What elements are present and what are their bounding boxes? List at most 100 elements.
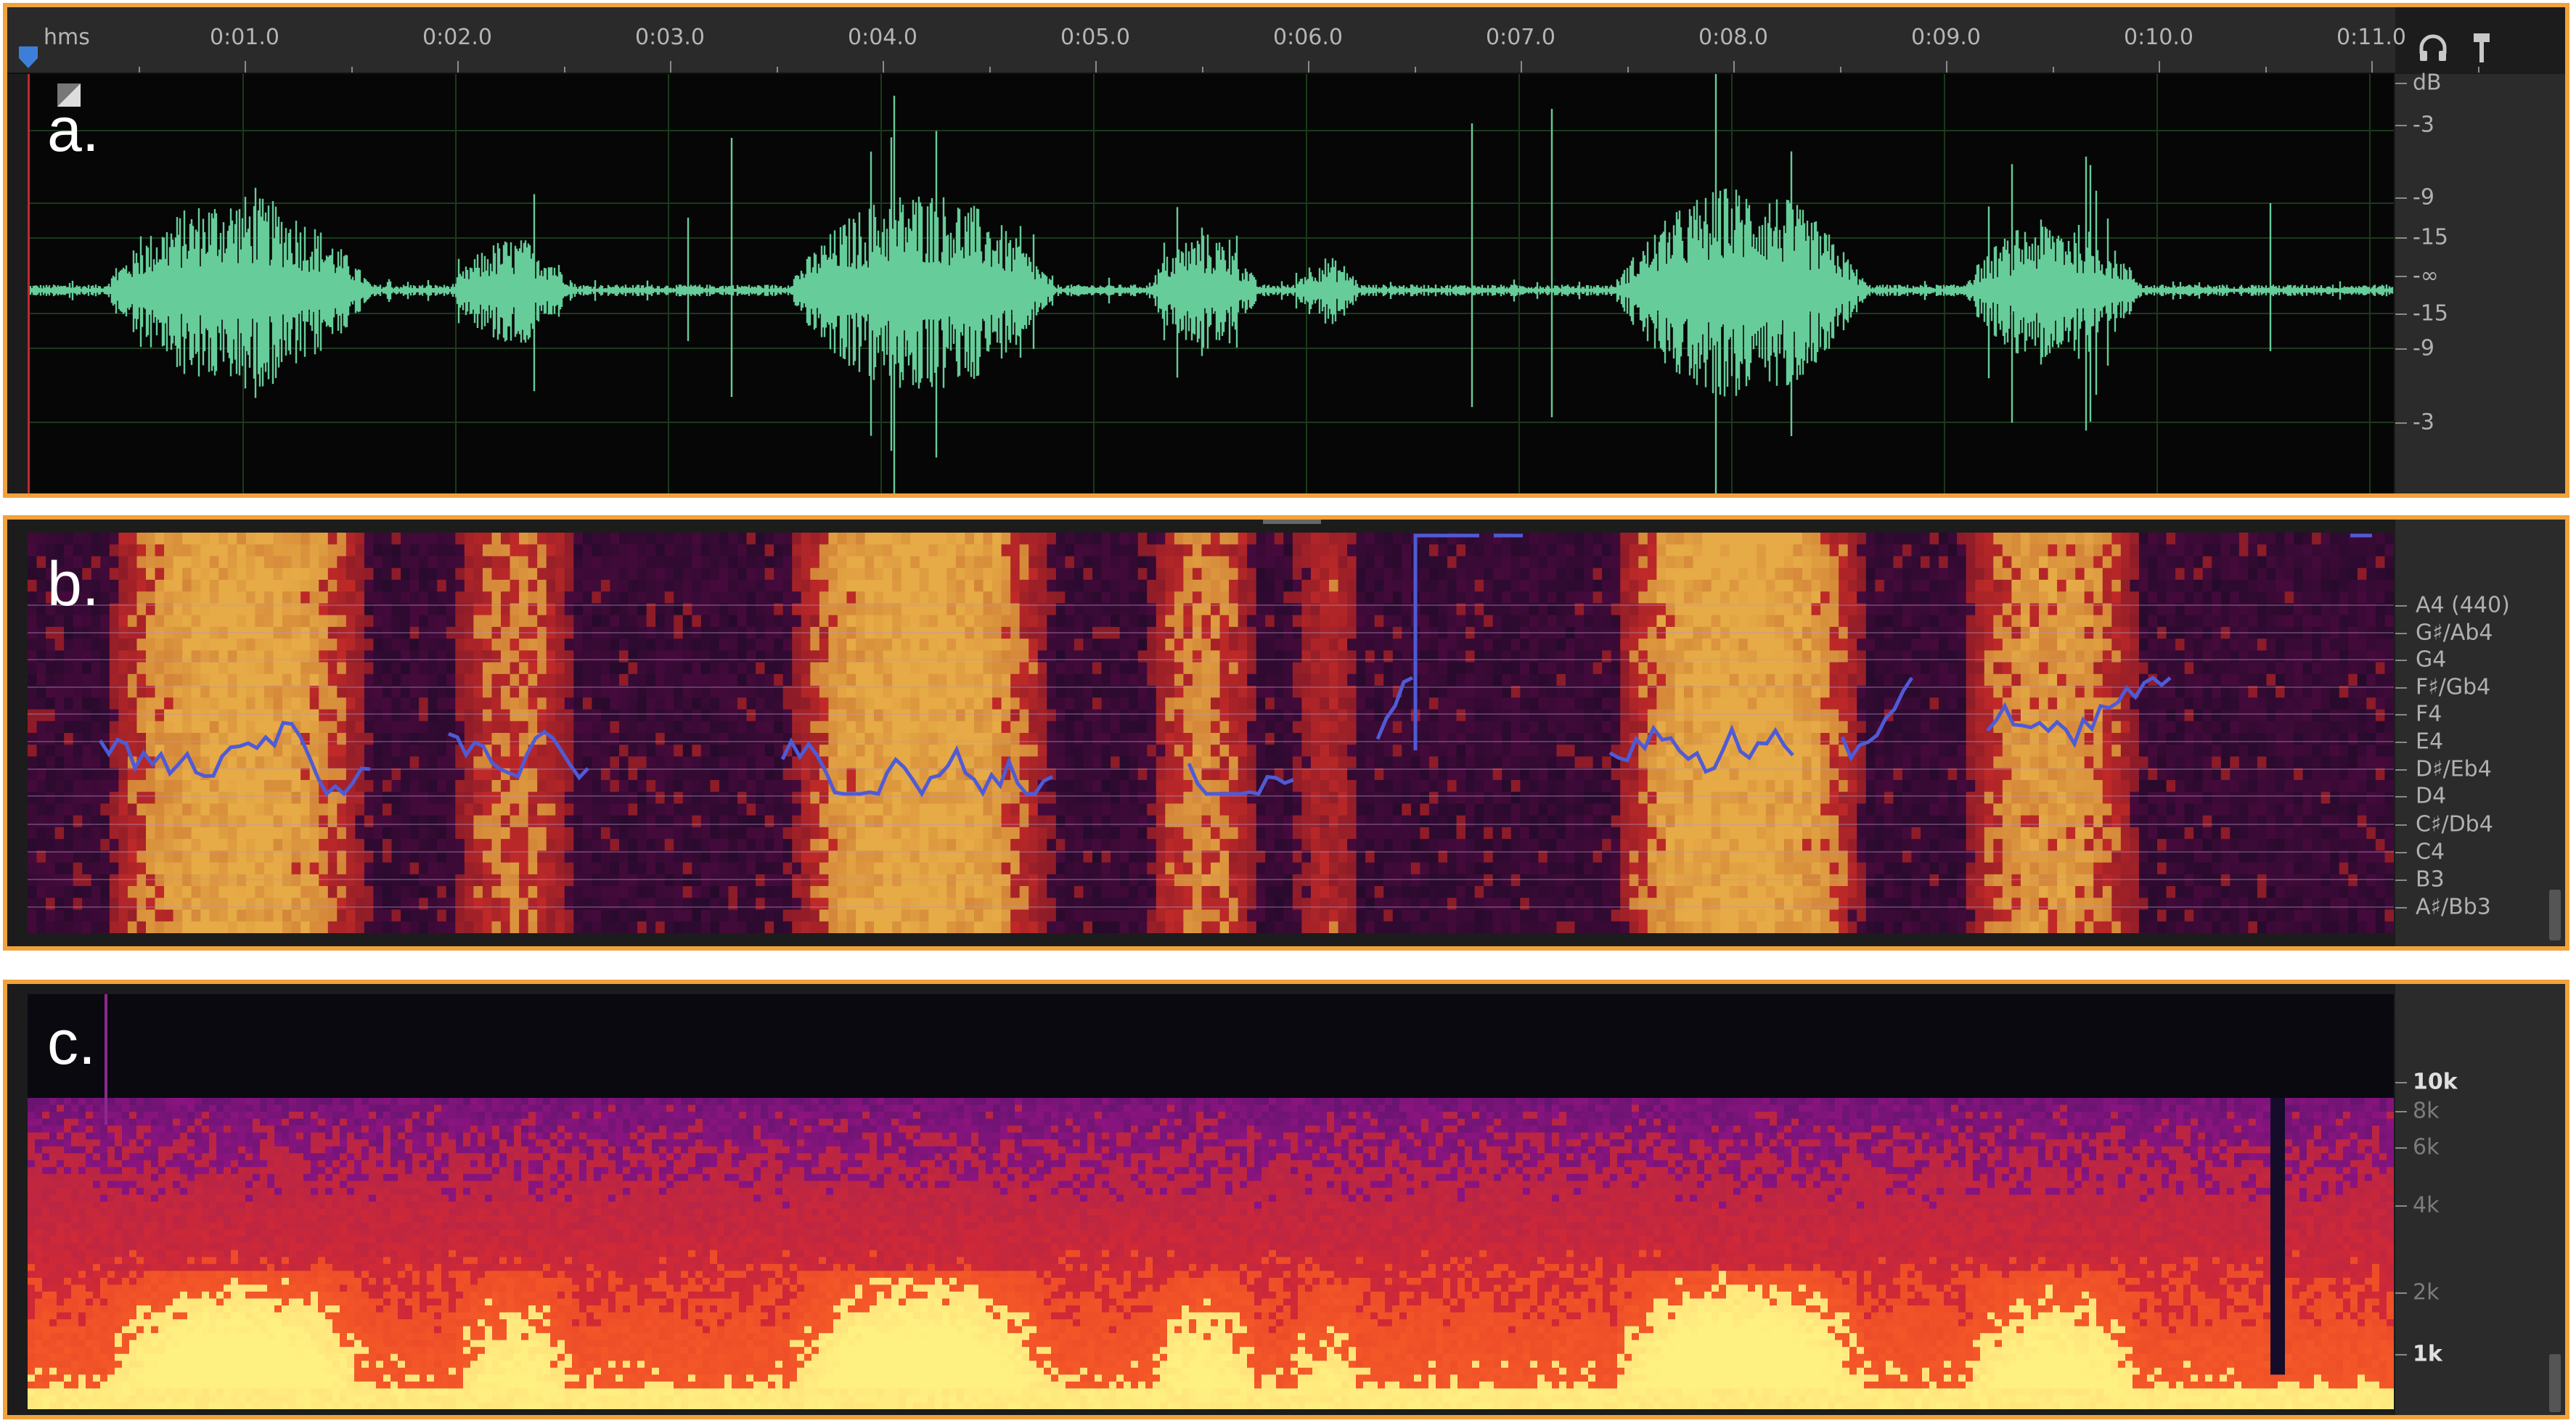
- db-scale-tick: [2395, 237, 2407, 239]
- ruler-minor-tick: [989, 67, 991, 73]
- ruler-tick-label: 0:09.0: [1911, 25, 1981, 50]
- note-scale-label: C4: [2416, 840, 2445, 865]
- note-scale-label: D♯/Eb4: [2416, 757, 2492, 782]
- frequency-scale-label: 2k: [2413, 1280, 2439, 1305]
- pitch-panel: b. A4 (440) G♯/Ab4 G4 F♯/Gb4 F4 E4 D♯/Eb4 D4 C♯/…: [3, 515, 2569, 951]
- ruler-minor-tick: [1733, 67, 1735, 73]
- ruler-minor-tick: [2371, 67, 2373, 73]
- ruler-minor-tick: [138, 67, 140, 73]
- note-scale-tick: [2395, 824, 2407, 826]
- ruler-unit-label: hms: [44, 25, 90, 50]
- vertical-scrollbar[interactable]: [2549, 890, 2561, 940]
- frequency-scale-label: 10k: [2413, 1070, 2458, 1095]
- frequency-scale-tick: [2395, 1205, 2407, 1207]
- ruler-minor-tick: [2477, 67, 2479, 73]
- marker-pin-icon[interactable]: [2466, 32, 2498, 64]
- db-scale-label: -∞: [2413, 263, 2439, 289]
- ruler-minor-tick: [245, 67, 246, 73]
- db-scale-tick: [2395, 197, 2407, 199]
- ruler-minor-tick: [1201, 67, 1203, 73]
- waveform-track[interactable]: [28, 74, 2394, 493]
- ruler-minor-tick: [1414, 67, 1416, 73]
- frequency-scale-tick: [2395, 1292, 2407, 1294]
- ruler-tick-label: 0:05.0: [1060, 25, 1130, 50]
- ruler-minor-tick: [457, 67, 459, 73]
- note-scale-tick: [2395, 742, 2407, 743]
- note-scale-tick: [2395, 879, 2407, 881]
- frequency-scale-label: 4k: [2413, 1193, 2439, 1218]
- ruler-minor-tick: [1946, 67, 1947, 73]
- db-scale: dB -3 -9 -15 -∞ -15 -9 -3: [2395, 70, 2565, 493]
- playhead-marker[interactable]: [17, 45, 39, 70]
- note-scale-label: A♯/Bb3: [2416, 895, 2491, 920]
- ruler-minor-tick: [1839, 67, 1841, 73]
- ruler-minor-tick: [1095, 67, 1097, 73]
- pitch-display-track[interactable]: [28, 533, 2394, 933]
- frequency-scale-tick: [2395, 1354, 2407, 1356]
- db-scale-label: -15: [2413, 225, 2448, 250]
- time-ruler[interactable]: hms 0:01.0 0:02.0 0:03.0 0:04.0 0:05.0 0:06.0…: [7, 7, 2479, 74]
- ruler-minor-tick: [2052, 67, 2054, 73]
- db-scale-label: -9: [2413, 185, 2434, 210]
- resize-handle[interactable]: [1263, 520, 1321, 524]
- frequency-scale-label: 8k: [2413, 1099, 2439, 1124]
- note-scale-label: C♯/Db4: [2416, 812, 2493, 837]
- playhead-line: [28, 74, 30, 493]
- note-scale-label: D4: [2416, 784, 2446, 809]
- panel-a-label: a.: [47, 94, 99, 166]
- waveform: [28, 74, 2394, 493]
- ruler-tick-label: 0:04.0: [848, 25, 917, 50]
- frequency-scale-tick: [2395, 1111, 2407, 1112]
- ruler-tick-label: 0:11.0: [2336, 25, 2406, 50]
- ruler-minor-tick: [1308, 67, 1309, 73]
- frequency-scale-label: 1k: [2413, 1342, 2442, 1367]
- headphones-icon[interactable]: [2417, 32, 2449, 64]
- ruler-tick-label: 0:07.0: [1486, 25, 1555, 50]
- db-scale-tick: [2395, 422, 2407, 424]
- note-scale: A4 (440) G♯/Ab4 G4 F♯/Gb4 F4 E4 D♯/Eb4 D4 C♯/Db4…: [2395, 520, 2565, 946]
- note-scale-tick: [2395, 769, 2407, 771]
- ruler-tick-label: 0:08.0: [1698, 25, 1768, 50]
- ruler-minor-tick: [2265, 67, 2267, 73]
- db-scale-tick: [2395, 348, 2407, 350]
- spectrogram-panel: c. 10k 8k 6k 4k 2k 1k: [3, 980, 2569, 1419]
- spectrogram-track[interactable]: [28, 994, 2394, 1409]
- note-scale-label: F♯/Gb4: [2416, 675, 2490, 700]
- note-scale-tick: [2395, 796, 2407, 797]
- note-scale-tick: [2395, 687, 2407, 689]
- db-scale-tick: [2395, 313, 2407, 315]
- db-scale-tick: [2395, 276, 2407, 277]
- panel-b-label: b.: [47, 549, 99, 620]
- note-scale-label: F4: [2416, 702, 2442, 727]
- waveform-panel: hms 0:01.0 0:02.0 0:03.0 0:04.0 0:05.0 0:06.0…: [3, 3, 2569, 498]
- ruler-tick-label: 0:06.0: [1273, 25, 1343, 50]
- frequency-scale-label: 6k: [2413, 1135, 2439, 1160]
- note-scale-tick: [2395, 633, 2407, 634]
- note-scale-label: A4 (440): [2416, 593, 2510, 618]
- ruler-minor-tick: [1521, 67, 1522, 73]
- db-scale-tick: [2395, 125, 2407, 126]
- ruler-tick-label: 0:01.0: [210, 25, 279, 50]
- note-scale-tick: [2395, 852, 2407, 853]
- note-scale-label: G4: [2416, 647, 2446, 673]
- note-scale-tick: [2395, 605, 2407, 607]
- ruler-tick-label: 0:02.0: [422, 25, 492, 50]
- ruler-minor-tick: [563, 67, 565, 73]
- ruler-minor-tick: [351, 67, 353, 73]
- note-scale-label: G♯/Ab4: [2416, 620, 2493, 646]
- db-scale-tick: [2395, 83, 2407, 84]
- note-scale-label: E4: [2416, 729, 2443, 755]
- ruler-minor-tick: [883, 67, 884, 73]
- db-scale-label: -15: [2413, 301, 2448, 327]
- note-scale-label: B3: [2416, 867, 2445, 893]
- ruler-minor-tick: [776, 67, 778, 73]
- ruler-minor-tick: [2159, 67, 2160, 73]
- note-scale-tick: [2395, 714, 2407, 715]
- vertical-scrollbar[interactable]: [2549, 1354, 2561, 1412]
- frequency-scale-tick: [2395, 1082, 2407, 1083]
- ruler-minor-tick: [1627, 67, 1629, 73]
- ruler-tick-label: 0:10.0: [2124, 25, 2193, 50]
- db-scale-label: -9: [2413, 336, 2434, 361]
- frequency-scale-tick: [2395, 1147, 2407, 1149]
- panel-c-label: c.: [47, 1007, 96, 1079]
